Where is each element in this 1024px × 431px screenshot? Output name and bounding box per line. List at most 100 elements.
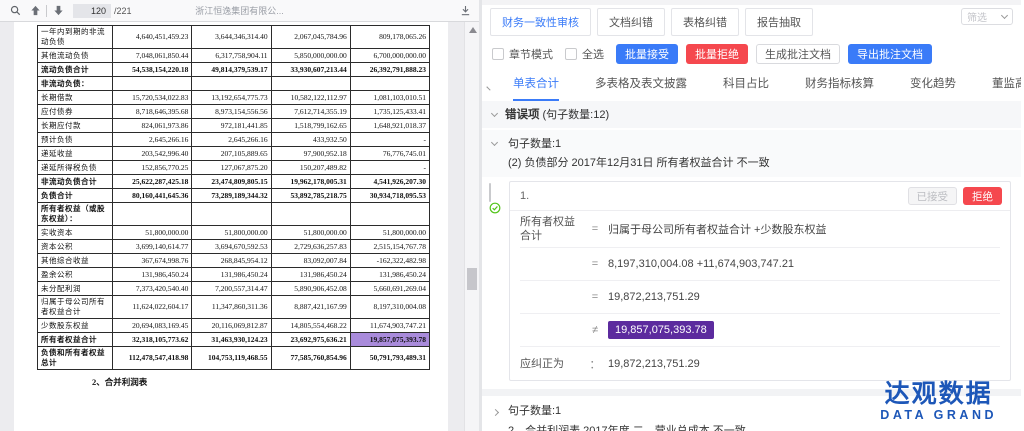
page-down-icon[interactable] — [51, 4, 65, 18]
tab-2[interactable]: 表格纠错 — [671, 8, 739, 36]
value-cell: 19,962,178,005.31 — [271, 175, 350, 189]
error-list-item[interactable]: 句子数量:12、合并利润表 2017年度 二、营业总成本 不一致 — [482, 396, 1021, 431]
row-label: 非流动负债： — [38, 77, 113, 91]
value-cell: 25,622,287,425.18 — [113, 175, 192, 189]
value-cell: 131,986,450.24 — [113, 268, 192, 282]
chapter-mode-label: 章节模式 — [509, 46, 553, 62]
value-cell: 6,700,000,000.00 — [350, 49, 429, 63]
row-label: 所有者权益（或股东权益）： — [38, 203, 113, 226]
item-sentence-count: 句子数量:1 — [508, 402, 1011, 418]
equation-operator: ： — [582, 356, 608, 372]
table-row: 递延收益203,542,996.40207,105,889.6597,900,9… — [38, 147, 430, 161]
value-cell: 20,694,083,169.45 — [113, 319, 192, 333]
equation-row: 应纠正为：19,872,213,751.29 — [520, 347, 1000, 380]
chapter-mode-checkbox[interactable] — [492, 48, 504, 60]
value-cell: 433,932.50 — [271, 133, 350, 147]
value-cell: 7,612,714,355.19 — [271, 105, 350, 119]
value-cell: 7,200,557,314.47 — [192, 282, 271, 296]
batch-accept-button[interactable]: 批量接受 — [616, 44, 678, 64]
filter-dropdown[interactable]: 筛选 — [961, 8, 1013, 25]
value-cell: 80,160,441,645.36 — [113, 189, 192, 203]
table-row: 负债和所有者权益总计112,478,547,418.98104,753,119,… — [38, 347, 430, 370]
value-cell: 76,776,745.01 — [350, 147, 429, 161]
value-cell: 49,814,379,539.17 — [192, 63, 271, 77]
batch-reject-button[interactable]: 批量拒绝 — [686, 44, 748, 64]
value-cell: 3,644,346,314.40 — [192, 26, 271, 49]
subtab-0[interactable]: 单表合计 — [513, 75, 559, 101]
value-cell: 1,081,103,010.51 — [350, 91, 429, 105]
scrollbar-up-icon[interactable] — [469, 27, 477, 33]
value-cell: 1,648,921,018.37 — [350, 119, 429, 133]
value-cell: 150,207,489.82 — [271, 161, 350, 175]
document-viewer-pane: /221 浙江恒逸集团有限公... 一年内到期的非流动负债4,640,451,4… — [0, 0, 482, 431]
export-annotation-doc-button[interactable]: 导出批注文档 — [848, 44, 932, 64]
reject-button[interactable]: 拒绝 — [963, 187, 1002, 205]
tab-1[interactable]: 文档纠错 — [597, 8, 665, 36]
table-row: 少数股东权益20,694,083,169.4520,116,069,812.87… — [38, 319, 430, 333]
subtab-3[interactable]: 财务指标核算 — [805, 75, 874, 101]
value-cell: 824,061,973.86 — [113, 119, 192, 133]
table-row: 资本公积3,699,140,614.773,694,670,592.532,72… — [38, 240, 430, 254]
value-cell: 5,850,000,000.00 — [271, 49, 350, 63]
table-row: 其他综合收益367,674,998.76268,845,954.1283,092… — [38, 254, 430, 268]
table-row: 非流动负债： — [38, 77, 430, 91]
subtab-5[interactable]: 董监高人员 — [992, 75, 1021, 101]
subtab-1[interactable]: 多表格及表文披露 — [595, 75, 687, 101]
equation-block: 所有者权益合计=归属于母公司所有者权益合计 +少数股东权益=8,197,310,… — [510, 211, 1010, 380]
zoom-search-icon[interactable] — [8, 4, 22, 18]
value-cell: 7,373,420,540.40 — [113, 282, 192, 296]
subtab-list: 单表合计多表格及表文披露科目占比财务指标核算变化趋势董监高人员变动披露 — [495, 75, 1021, 101]
tab-finance-consistency[interactable]: 财务一致性审核 — [490, 8, 591, 36]
row-label: 未分配利润 — [38, 282, 113, 296]
download-icon[interactable] — [458, 4, 472, 18]
row-label: 其他综合收益 — [38, 254, 113, 268]
value-cell: 97,900,952.18 — [271, 147, 350, 161]
row-label: 归属于母公司所有者权益合计 — [38, 296, 113, 319]
page-number-input[interactable] — [73, 4, 111, 18]
card-checkbox[interactable] — [489, 183, 491, 202]
error-section-count: (句子数量:12) — [543, 106, 610, 122]
tab-3[interactable]: 报告抽取 — [745, 8, 813, 36]
document-scrollbar[interactable] — [464, 22, 479, 431]
select-all-label: 全选 — [582, 46, 604, 62]
table-row: 预计负债2,645,266.162,645,266.16433,932.50- — [38, 133, 430, 147]
page-up-icon[interactable] — [28, 4, 42, 18]
table-row: 应付债券8,718,646,395.688,973,154,556.567,61… — [38, 105, 430, 119]
value-cell — [271, 203, 350, 226]
error-section-header[interactable]: 错误项 (句子数量:12) — [482, 101, 1021, 128]
document-toolbar: /221 浙江恒逸集团有限公... — [0, 0, 479, 22]
table-row: 非流动负债合计25,622,287,425.1823,474,809,805.1… — [38, 175, 430, 189]
mismatch-value-badge: 19,857,075,393.78 — [608, 321, 714, 339]
equation-value: 19,872,213,751.29 — [608, 291, 700, 303]
value-cell: 51,800,000.00 — [113, 226, 192, 240]
equation-value: 19,872,213,751.29 — [608, 358, 700, 370]
accepted-button[interactable]: 已接受 — [908, 187, 958, 205]
chevron-down-icon — [491, 139, 498, 146]
document-scroll-area[interactable]: 一年内到期的非流动负债4,640,451,459.233,644,346,314… — [0, 22, 479, 431]
value-cell — [192, 203, 271, 226]
value-cell: 51,800,000.00 — [192, 226, 271, 240]
value-cell: 207,105,889.65 — [192, 147, 271, 161]
table-row: 实收资本51,800,000.0051,800,000.0051,800,000… — [38, 226, 430, 240]
equation-value: 归属于母公司所有者权益合计 +少数股东权益 — [608, 221, 826, 237]
select-all-checkbox[interactable] — [565, 48, 577, 60]
subtab-4[interactable]: 变化趋势 — [910, 75, 956, 101]
value-cell: 3,699,140,614.77 — [113, 240, 192, 254]
error-group-header[interactable]: 句子数量:1 (2) 负债部分 2017年12月31日 所有者权益合计 不一致 — [482, 130, 1021, 177]
value-cell: 152,856,770.25 — [113, 161, 192, 175]
error-item-list: 句子数量:12、合并利润表 2017年度 二、营业总成本 不一致句子数量:12、… — [482, 396, 1021, 431]
error-card-wrap: 1. 已接受 拒绝 所有者权益合计=归属于母公司所有者权益合计 +少数股东权益=… — [482, 177, 1021, 381]
value-cell: 3,694,670,592.53 — [192, 240, 271, 254]
value-cell: 5,890,906,452.08 — [271, 282, 350, 296]
highlighted-cell: 19,857,075,393.78 — [350, 333, 429, 347]
value-cell: 2,645,266.16 — [113, 133, 192, 147]
row-label: 盈余公积 — [38, 268, 113, 282]
value-cell: 367,674,998.76 — [113, 254, 192, 268]
value-cell: 7,048,061,850.44 — [113, 49, 192, 63]
generate-annotation-doc-button[interactable]: 生成批注文档 — [756, 44, 840, 64]
value-cell: 131,986,450.24 — [192, 268, 271, 282]
scrollbar-thumb[interactable] — [467, 268, 477, 290]
chevron-left-icon[interactable] — [486, 86, 490, 90]
equation-operator: = — [582, 223, 608, 235]
subtab-2[interactable]: 科目占比 — [723, 75, 769, 101]
